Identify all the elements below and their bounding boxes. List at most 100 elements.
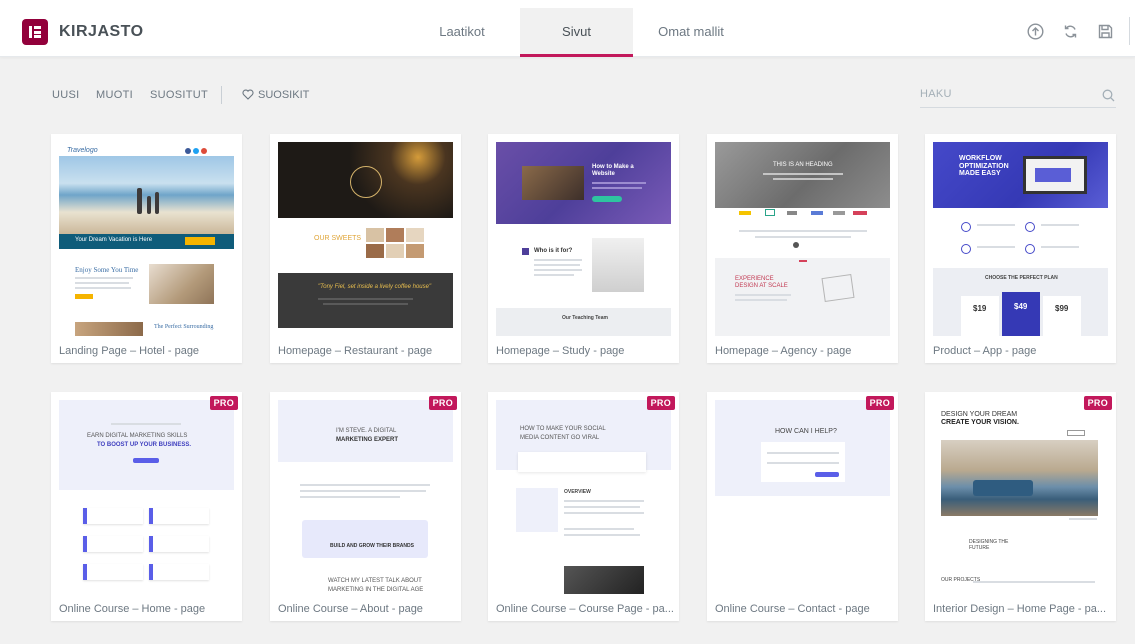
template-card[interactable]: EARN DIGITAL MARKETING SKILLS TO BOOST U… — [51, 392, 242, 621]
sweets-photo — [406, 228, 424, 242]
filter-popular[interactable]: SUOSITUT — [150, 89, 208, 101]
yellow-button — [75, 294, 93, 299]
text-line — [111, 423, 181, 425]
search-input[interactable] — [920, 85, 1090, 103]
mission-text: BUILD AND GROW THEIR BRANDS — [330, 543, 414, 549]
living-room-photo — [941, 440, 1098, 516]
text-line — [564, 512, 644, 514]
course-item — [149, 508, 209, 524]
text-line — [564, 528, 634, 530]
thumb-logo: Travelogo — [67, 147, 98, 154]
pro-badge: PRO — [865, 396, 894, 410]
quote-text: "Tony Fiel, set inside a lively coffee h… — [318, 284, 432, 290]
price-card — [1043, 296, 1081, 336]
template-card[interactable]: THIS IS AN HEADING EXPERIENCE DESIGN AT … — [707, 134, 898, 363]
filter-trend[interactable]: MUOTI — [96, 89, 133, 101]
template-title: Homepage – Study - page — [496, 345, 625, 357]
template-card[interactable]: OUR SWEETS "Tony Fiel, set inside a live… — [270, 134, 461, 363]
family-silhouette — [147, 196, 151, 214]
feature-icon — [1025, 244, 1035, 254]
feature-icon — [961, 244, 971, 254]
text-line — [735, 299, 787, 301]
template-title: Online Course – Course Page - pa... — [496, 603, 674, 615]
upload-icon[interactable] — [1027, 23, 1044, 40]
template-thumbnail: HOW TO MAKE YOUR SOCIAL MEDIA CONTENT GO… — [496, 400, 671, 594]
template-title: Online Course – Home - page — [59, 603, 206, 615]
talk-line-2: MARKETING IN THE DIGITAL AGE — [328, 587, 424, 593]
feature-icon — [961, 222, 971, 232]
social-dots — [185, 148, 191, 154]
text-line — [323, 303, 408, 305]
template-thumbnail: Travelogo Your Dream Vacation is Here En… — [59, 142, 234, 336]
template-title: Online Course – Contact - page — [715, 603, 870, 615]
text-line — [534, 269, 582, 271]
template-thumbnail: HOW CAN I HELP? — [715, 400, 890, 594]
beach-photo — [59, 156, 234, 234]
elementor-logo-icon — [22, 19, 48, 45]
submit-button — [815, 472, 839, 477]
search-icon[interactable] — [1102, 89, 1115, 102]
library-title: KIRJASTO — [59, 23, 144, 40]
text-line — [75, 277, 133, 279]
who-icon — [522, 248, 529, 255]
template-card[interactable]: I'M STEVE. A DIGITAL MARKETING EXPERT BU… — [270, 392, 461, 621]
hero-title: HOW CAN I HELP? — [775, 428, 837, 435]
stats-bar — [518, 452, 646, 472]
search-box — [920, 80, 1116, 108]
template-card[interactable]: HOW TO MAKE YOUR SOCIAL MEDIA CONTENT GO… — [488, 392, 679, 621]
text-line — [755, 236, 851, 238]
save-icon[interactable] — [1097, 23, 1114, 40]
text-line — [300, 490, 426, 492]
chairs-photo — [592, 238, 644, 292]
favorites-filter[interactable]: SUOSIKIT — [242, 89, 309, 101]
client-logo — [811, 211, 823, 215]
template-card[interactable]: WORKFLOW OPTIMIZATION MADE EASY CHOOSE T… — [925, 134, 1116, 363]
pro-badge: PRO — [1083, 396, 1112, 410]
text-line — [534, 259, 582, 261]
tab-my-templates[interactable]: Omat mallit — [640, 8, 742, 57]
sync-icon[interactable] — [1062, 23, 1079, 40]
client-logo — [833, 211, 845, 215]
template-title: Interior Design – Home Page - pa... — [933, 603, 1107, 615]
sweets-photo — [366, 244, 384, 258]
text-line — [592, 182, 646, 184]
text-line — [735, 294, 791, 296]
mission-box — [302, 520, 428, 558]
client-logo — [787, 211, 797, 215]
sidebar-card — [516, 488, 558, 532]
avatar — [793, 242, 799, 248]
client-logos — [739, 211, 751, 215]
template-thumbnail: DESIGN YOUR DREAM CREATE YOUR VISION. DE… — [933, 400, 1108, 594]
hero-title-line-1: I'M STEVE. A DIGITAL — [336, 428, 397, 434]
client-logo — [765, 209, 775, 216]
hero-title-line-1: DESIGN YOUR DREAM — [941, 411, 1018, 418]
section-heading: EXPERIENCE DESIGN AT SCALE — [735, 276, 788, 289]
section-heading-2: The Perfect Surrounding — [154, 324, 214, 330]
talk-line-1: WATCH MY LATEST TALK ABOUT — [328, 578, 422, 584]
tab-blocks[interactable]: Laatikot — [420, 8, 504, 57]
course-item — [149, 536, 209, 552]
course-item — [83, 536, 143, 552]
pro-badge: PRO — [646, 396, 675, 410]
text-line — [564, 500, 644, 502]
hero-title-line-2: TO BOOST UP YOUR BUSINESS. — [97, 442, 192, 448]
form-field — [767, 462, 839, 464]
text-line — [75, 287, 131, 289]
tab-pages[interactable]: Sivut — [520, 8, 633, 57]
hero-photo — [522, 166, 584, 200]
sweets-photo — [386, 244, 404, 258]
text-line — [534, 274, 574, 276]
hero-photo — [715, 142, 890, 208]
template-card[interactable]: Travelogo Your Dream Vacation is Here En… — [51, 134, 242, 363]
template-thumbnail: EARN DIGITAL MARKETING SKILLS TO BOOST U… — [59, 400, 234, 594]
course-item — [83, 508, 143, 524]
social-dot — [193, 148, 199, 154]
filter-new[interactable]: UUSI — [52, 89, 79, 101]
template-card[interactable]: DESIGN YOUR DREAM CREATE YOUR VISION. DE… — [925, 392, 1116, 621]
hero-title-line-2: CREATE YOUR VISION. — [941, 419, 1019, 426]
template-card[interactable]: HOW CAN I HELP? PRO Online Course – Cont… — [707, 392, 898, 621]
template-title: Homepage – Agency - page — [715, 345, 852, 357]
template-card[interactable]: How to Make a Website Who is it for? Our… — [488, 134, 679, 363]
pillow-photo — [149, 264, 214, 304]
gray-section — [715, 258, 890, 336]
